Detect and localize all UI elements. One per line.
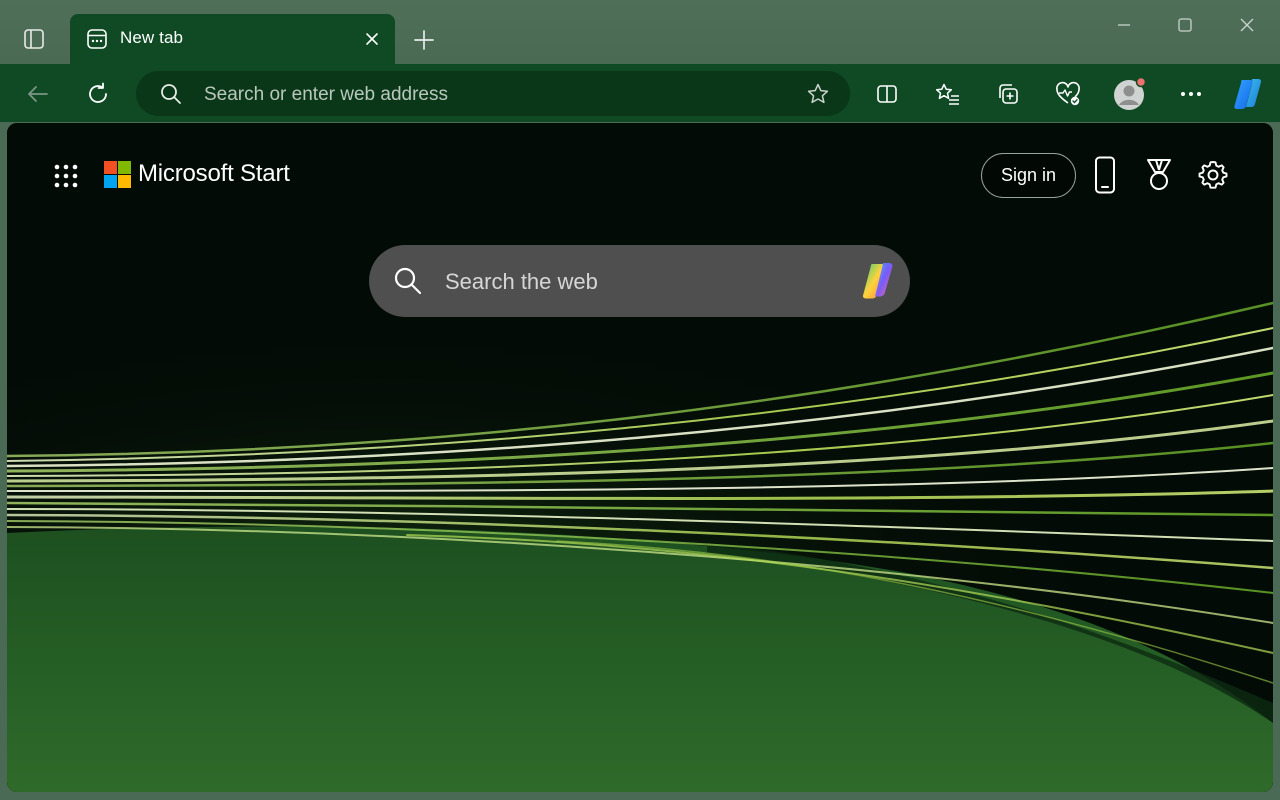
favorites-button[interactable]: [928, 74, 968, 114]
plus-icon: [414, 30, 434, 50]
new-tab-button[interactable]: [408, 24, 440, 56]
title-bar: New tab: [0, 0, 1280, 66]
address-bar[interactable]: [136, 71, 850, 118]
tab-actions-icon: [24, 29, 44, 49]
back-button[interactable]: [18, 74, 58, 114]
split-screen-button[interactable]: [867, 74, 907, 114]
new-tab-page: Microsoft Start Sign in: [7, 123, 1273, 792]
close-window-button[interactable]: [1225, 10, 1269, 40]
sign-in-button[interactable]: Sign in: [981, 153, 1076, 198]
copilot-button[interactable]: [1228, 74, 1268, 114]
brand-name: Microsoft Start: [138, 160, 290, 187]
collections-icon: [999, 84, 1018, 104]
profile-button[interactable]: [1110, 74, 1150, 114]
tab-title: New tab: [120, 28, 184, 47]
mobile-app-button[interactable]: [1085, 153, 1125, 197]
page-settings-button[interactable]: [1193, 153, 1233, 197]
navigation-toolbar: [0, 64, 1280, 122]
back-arrow-icon: [28, 86, 48, 102]
collections-button[interactable]: [988, 74, 1028, 114]
minimize-icon: [1118, 24, 1130, 26]
tab-actions-button[interactable]: [14, 22, 54, 56]
refresh-icon: [89, 82, 107, 103]
refresh-button[interactable]: [78, 74, 118, 114]
search-icon: [394, 267, 422, 295]
web-search-box[interactable]: [369, 245, 910, 319]
close-window-icon: [1240, 18, 1254, 32]
search-icon: [161, 84, 181, 104]
copilot-icon: [1234, 79, 1262, 109]
gear-icon: [1198, 161, 1228, 189]
more-dots-icon: [1181, 92, 1201, 96]
minimize-button[interactable]: [1102, 10, 1146, 40]
active-tab[interactable]: New tab: [70, 14, 395, 66]
medal-icon: [1147, 159, 1171, 190]
avatar: [1114, 77, 1147, 110]
phone-icon: [1095, 156, 1115, 194]
web-search-input[interactable]: [443, 245, 847, 319]
favorites-list-icon: [935, 83, 959, 105]
microsoft-logo: [104, 160, 131, 188]
maximize-icon: [1178, 18, 1192, 32]
address-input[interactable]: [202, 71, 786, 118]
background-wallpaper: [7, 123, 1273, 792]
close-icon: [366, 33, 378, 45]
close-tab-button[interactable]: [361, 28, 383, 50]
new-tab-page-icon: [87, 29, 107, 49]
settings-and-more-button[interactable]: [1171, 74, 1211, 114]
app-launcher-button[interactable]: [47, 157, 85, 195]
app-grid-icon: [54, 164, 78, 188]
microsoft-start-brand[interactable]: Microsoft Start: [104, 160, 290, 188]
split-screen-icon: [877, 85, 897, 103]
favorite-star-icon[interactable]: [806, 82, 830, 106]
browser-essentials-button[interactable]: [1048, 74, 1088, 114]
maximize-button[interactable]: [1163, 10, 1207, 40]
copilot-search-icon[interactable]: [856, 259, 900, 303]
heart-pulse-icon: [1056, 81, 1080, 106]
rewards-button[interactable]: [1139, 153, 1179, 197]
